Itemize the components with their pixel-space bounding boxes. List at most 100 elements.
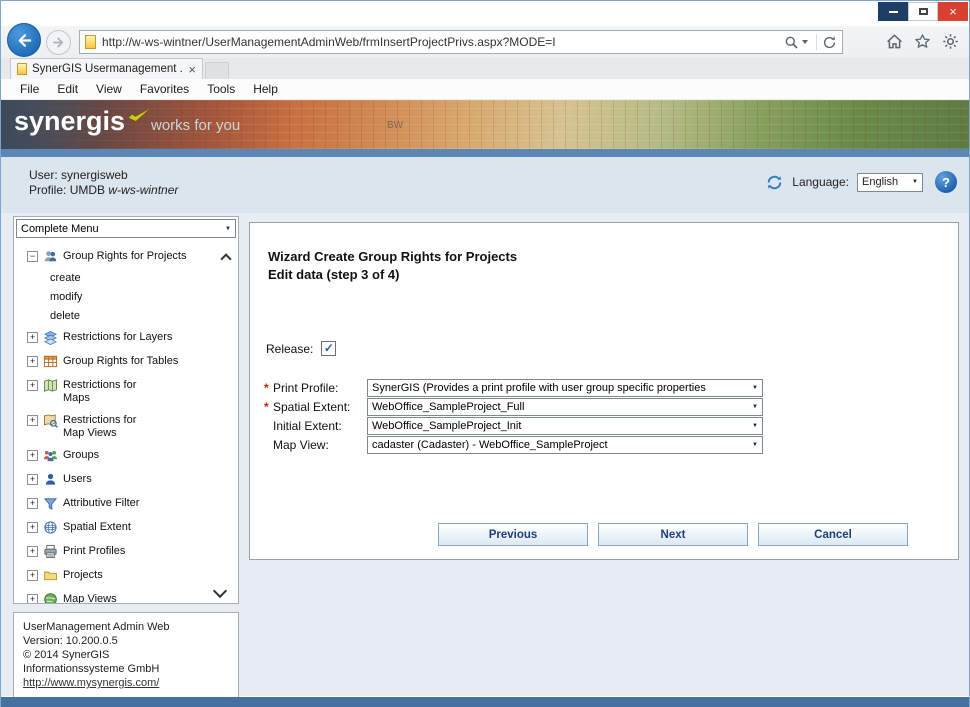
dropdown-arrow-icon: ▼ xyxy=(752,404,758,410)
sidebar-item-delete[interactable]: delete xyxy=(14,307,238,326)
sidebar-footer: UserManagement Admin Web Version: 10.200… xyxy=(13,612,239,698)
sidebar-item-groups[interactable]: +Groups xyxy=(14,444,238,468)
minimize-icon xyxy=(889,11,898,13)
expand-icon[interactable]: + xyxy=(27,380,38,391)
field-label: Print Profile: xyxy=(273,381,367,395)
sidebar-item-attributive-filter[interactable]: +Attributive Filter xyxy=(14,492,238,516)
sidebar-item-spatial-extent[interactable]: + Spatial Extent xyxy=(14,516,238,540)
sidebar-item-restrictions-for-maps[interactable]: + Restrictions for Maps xyxy=(14,374,238,409)
print-profile-select[interactable]: SynerGIS (Provides a print profile with … xyxy=(367,379,763,397)
wizard-panel: Wizard Create Group Rights for Projects … xyxy=(249,222,959,560)
sidebar-item-projects[interactable]: + Projects xyxy=(14,564,238,588)
language-refresh-icon[interactable] xyxy=(765,173,784,192)
menu-edit[interactable]: Edit xyxy=(48,82,87,96)
synergis-link[interactable]: http://www.mysynergis.com/ xyxy=(23,677,159,689)
required-marker: * xyxy=(264,400,273,414)
sidebar-item-create[interactable]: create xyxy=(14,269,238,288)
printer-icon xyxy=(43,544,59,560)
close-icon: × xyxy=(949,5,957,18)
sidebar-item-label: Group Rights for Tables xyxy=(63,354,178,368)
filter-icon xyxy=(43,496,59,512)
toolbar-icons xyxy=(886,33,959,50)
language-select[interactable]: English ▼ xyxy=(857,173,923,192)
maximize-icon xyxy=(919,8,928,15)
sidebar-item-modify[interactable]: modify xyxy=(14,288,238,307)
wizard-buttons: Previous Next Cancel xyxy=(438,523,908,546)
release-checkbox[interactable]: ✓ xyxy=(321,341,336,356)
page-icon xyxy=(17,63,27,75)
home-icon[interactable] xyxy=(886,33,903,50)
maximize-button[interactable] xyxy=(908,2,938,21)
expand-icon[interactable]: + xyxy=(27,498,38,509)
cancel-button[interactable]: Cancel xyxy=(758,523,908,546)
sidebar: Complete Menu ▼ −Group Rights for Projec… xyxy=(13,216,239,604)
caption-buttons: × xyxy=(878,2,968,21)
sidebar-item-restrictions-for-map-views[interactable]: + Restrictions for Map Views xyxy=(14,409,238,444)
menu-help[interactable]: Help xyxy=(244,82,287,96)
sidebar-item-label: Restrictions for Map Views xyxy=(63,413,136,440)
layers-icon xyxy=(43,330,59,346)
address-bar-icons xyxy=(784,34,837,50)
address-input[interactable]: http://w-ws-wintner/UserManagementAdminW… xyxy=(102,35,784,49)
tab-synergis-usermanagement[interactable]: SynerGIS Usermanagement ... × xyxy=(10,58,203,79)
sidebar-item-print-profiles[interactable]: +Print Profiles xyxy=(14,540,238,564)
next-button[interactable]: Next xyxy=(598,523,748,546)
expand-icon[interactable]: + xyxy=(27,546,38,557)
folder-icon xyxy=(43,568,59,584)
header-divider xyxy=(1,149,969,157)
expand-icon[interactable]: + xyxy=(27,474,38,485)
help-icon[interactable]: ? xyxy=(935,171,957,193)
sidebar-item-label: Restrictions for Maps xyxy=(63,378,136,405)
sidebar-item-label: Map Views xyxy=(63,592,117,604)
refresh-icon[interactable] xyxy=(822,35,837,50)
expand-icon[interactable]: + xyxy=(27,415,38,426)
favorites-star-icon[interactable] xyxy=(914,33,931,50)
table-icon xyxy=(43,354,59,370)
expand-icon[interactable]: + xyxy=(27,522,38,533)
initial-extent-select[interactable]: WebOffice_SampleProject_Init ▼ xyxy=(367,417,763,435)
address-bar[interactable]: http://w-ws-wintner/UserManagementAdminW… xyxy=(79,30,843,54)
close-button[interactable]: × xyxy=(938,2,968,21)
menu-file[interactable]: File xyxy=(11,82,48,96)
menu-tools[interactable]: Tools xyxy=(198,82,244,96)
minimize-button[interactable] xyxy=(878,2,908,21)
dropdown-arrow-icon: ▼ xyxy=(752,423,758,429)
selected-value: WebOffice_SampleProject_Init xyxy=(372,420,746,432)
tab-close-icon[interactable]: × xyxy=(188,63,196,76)
expand-icon[interactable]: + xyxy=(27,570,38,581)
sidebar-item-label: Spatial Extent xyxy=(63,520,131,534)
expand-icon[interactable]: + xyxy=(27,332,38,343)
sidebar-item-map-views[interactable]: + Map Views xyxy=(14,588,238,604)
sidebar-item-group-rights-for-tables[interactable]: + Group Rights for Tables xyxy=(14,350,238,374)
back-button[interactable] xyxy=(7,23,41,57)
expand-icon[interactable]: + xyxy=(27,450,38,461)
footer-line: UserManagement Admin Web xyxy=(23,620,229,634)
forward-button[interactable] xyxy=(46,30,71,55)
globe-icon xyxy=(43,592,59,604)
search-caret-icon[interactable] xyxy=(802,40,808,44)
field-label: Map View: xyxy=(273,438,367,452)
previous-button[interactable]: Previous xyxy=(438,523,588,546)
search-icon[interactable] xyxy=(784,35,799,50)
spatial-extent-select[interactable]: WebOffice_SampleProject_Full▼ xyxy=(367,398,763,416)
selected-value: SynerGIS (Provides a print profile with … xyxy=(372,382,746,394)
sidebar-item-group-rights-for-projects[interactable]: −Group Rights for Projects xyxy=(14,245,238,269)
footer-line: Informationssysteme GmbH xyxy=(23,662,229,676)
sidebar-item-users[interactable]: +Users xyxy=(14,468,238,492)
expand-icon[interactable]: + xyxy=(27,594,38,604)
sidebar-item-restrictions-for-layers[interactable]: +Restrictions for Layers xyxy=(14,326,238,350)
sidebar-item-label: Projects xyxy=(63,568,103,582)
expand-icon[interactable]: + xyxy=(27,356,38,367)
field-row: Initial Extent:WebOffice_SampleProject_I… xyxy=(264,416,763,435)
menu-favorites[interactable]: Favorites xyxy=(131,82,198,96)
settings-gear-icon[interactable] xyxy=(942,33,959,50)
map-view-select[interactable]: cadaster (Cadaster) - WebOffice_SamplePr… xyxy=(367,436,763,454)
language-controls: Language: English ▼ ? xyxy=(765,171,957,193)
collapse-icon[interactable]: − xyxy=(27,251,38,262)
menu-filter-select[interactable]: Complete Menu ▼ xyxy=(16,219,236,238)
menu-view[interactable]: View xyxy=(87,82,131,96)
logo-swoosh-icon xyxy=(128,108,150,123)
wizard-fields: *Print Profile: SynerGIS (Provides a prin… xyxy=(264,378,763,454)
window-bottom-border xyxy=(1,697,969,707)
new-tab-button[interactable] xyxy=(205,62,229,79)
